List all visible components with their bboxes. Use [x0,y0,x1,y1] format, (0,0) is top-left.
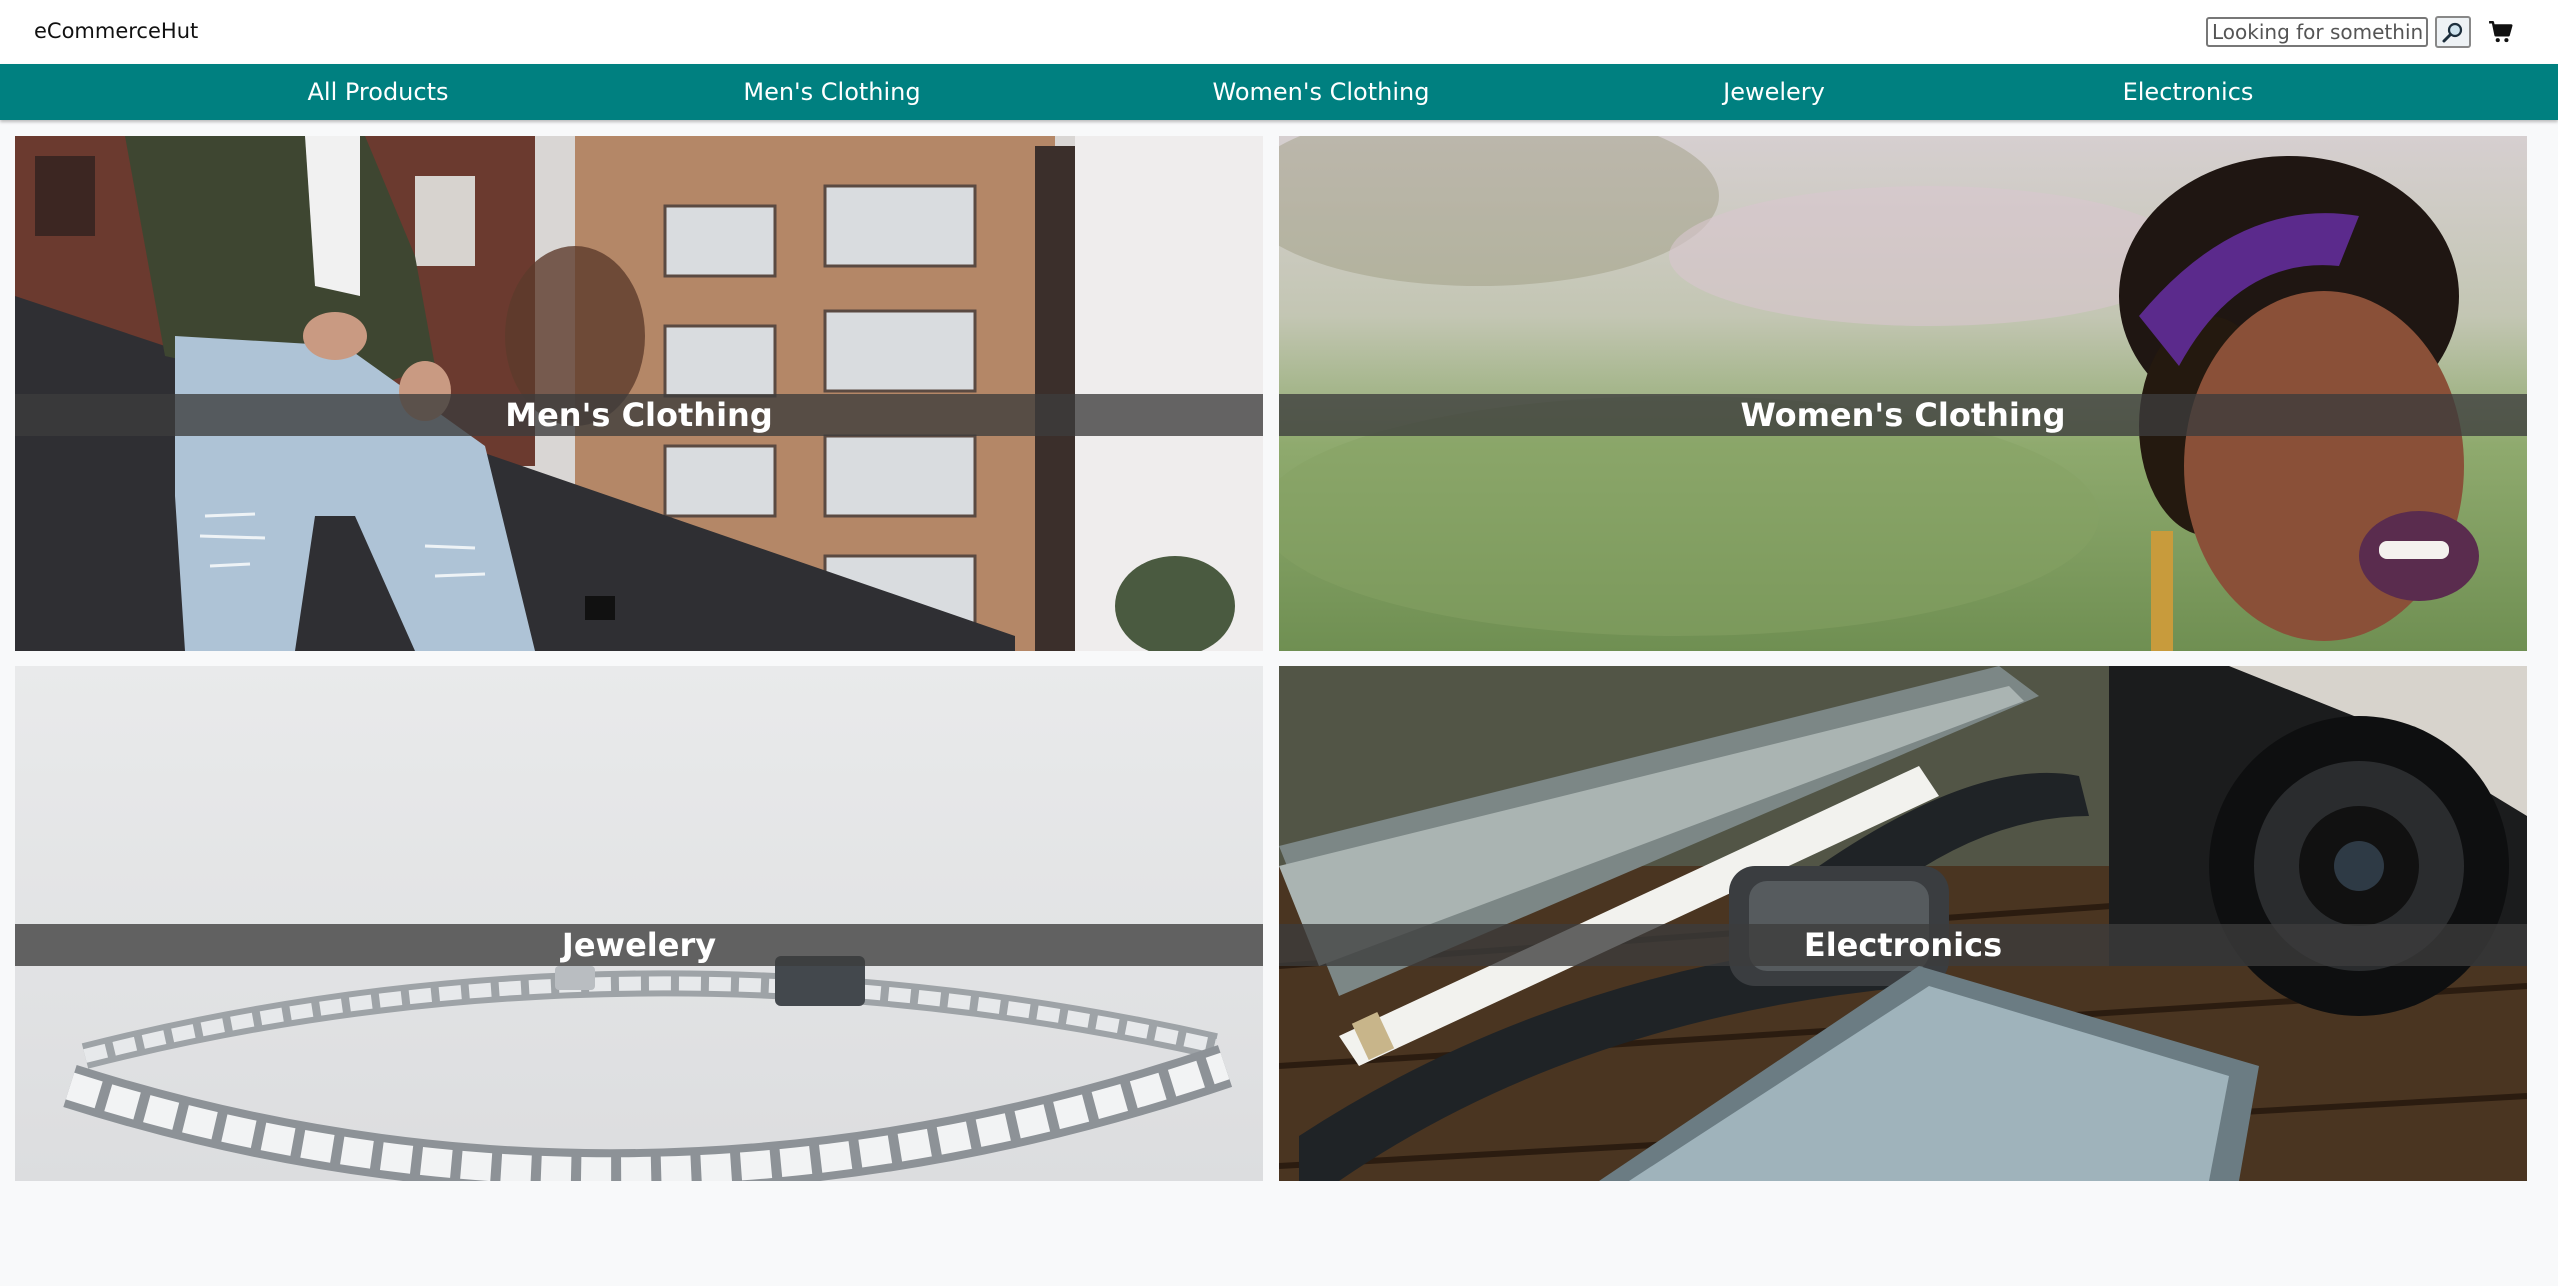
category-nav: All Products Men's Clothing Women's Clot… [0,64,2558,120]
nav-item-jewelery[interactable]: Jewelery [1723,64,1825,120]
nav-item-electronics[interactable]: Electronics [2123,64,2254,120]
nav-item-womens-clothing[interactable]: Women's Clothing [1213,64,1430,120]
category-label-electronics: Electronics [1279,924,2527,966]
search-button[interactable] [2435,16,2471,48]
category-tile-womens-clothing[interactable]: Women's Clothing [1279,136,2527,651]
shopping-cart-icon [2489,21,2513,43]
top-header: eCommerceHut [0,0,2558,64]
nav-item-all-products[interactable]: All Products [307,64,448,120]
magnifier-icon [2442,22,2463,43]
category-tile-electronics[interactable]: Electronics [1279,666,2527,1181]
category-label-womens-clothing: Women's Clothing [1279,394,2527,436]
category-tile-jewelery[interactable]: Jewelery [15,666,1263,1181]
search-bar [2206,15,2516,49]
brand-logo[interactable]: eCommerceHut [34,19,198,43]
search-input[interactable] [2206,17,2428,47]
category-label-mens-clothing: Men's Clothing [15,394,1263,436]
category-label-jewelery: Jewelery [15,924,1263,966]
cart-button[interactable] [2486,17,2516,47]
category-tile-mens-clothing[interactable]: Men's Clothing [15,136,1263,651]
nav-item-mens-clothing[interactable]: Men's Clothing [743,64,920,120]
